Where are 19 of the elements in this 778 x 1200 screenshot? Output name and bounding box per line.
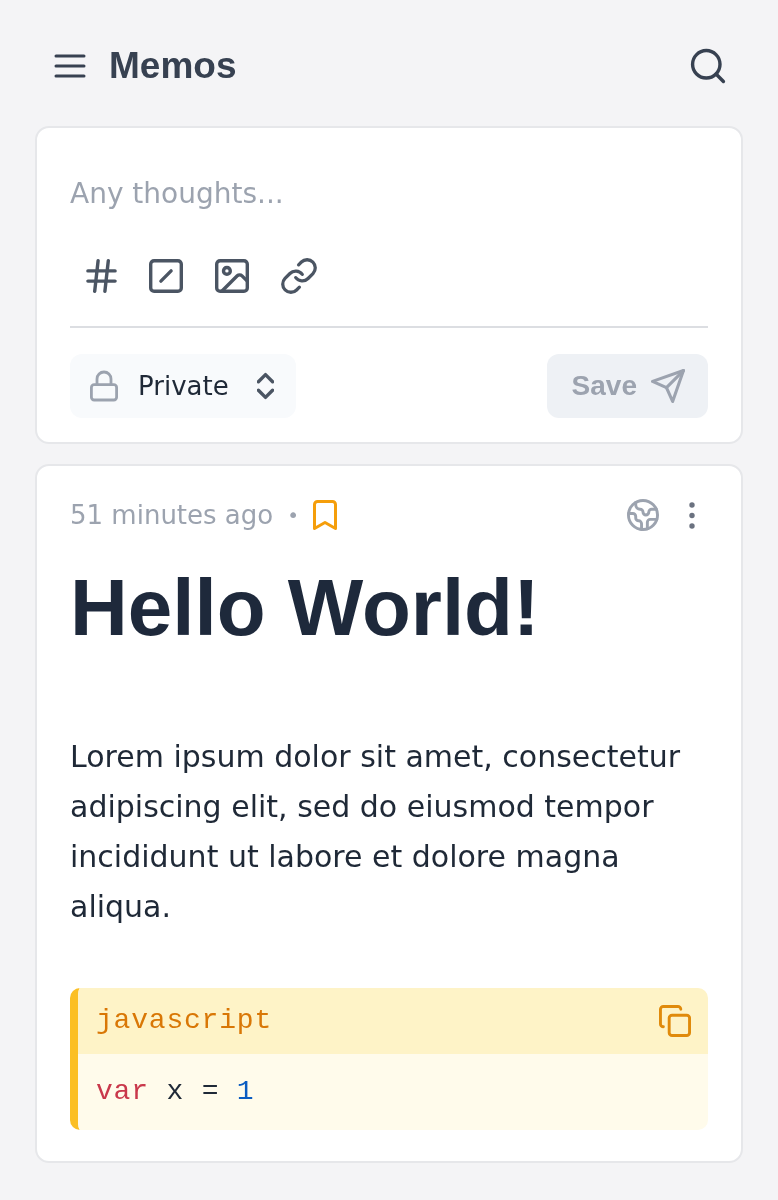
more-icon[interactable] — [688, 501, 696, 529]
memo-heading: Hello World! — [70, 562, 541, 654]
app-title: Memos — [109, 45, 237, 87]
menu-icon[interactable] — [54, 54, 86, 78]
send-icon — [651, 369, 685, 403]
code-language-label: javascript — [96, 1004, 273, 1038]
memo-timestamp: 51 minutes ago — [70, 498, 274, 532]
memo-paragraph: Lorem ipsum dolor sit amet, consectetur adipiscing elit, sed do eiusmod tempor incididunt ut labore et dolore magna aliqua. — [70, 738, 682, 926]
chevron-up-down-icon — [256, 372, 274, 400]
code-line: var x = 1 — [96, 1075, 256, 1109]
memo-input-field[interactable]: Any thoughts... — [70, 174, 708, 214]
slash-square-icon[interactable] — [149, 259, 183, 293]
search-icon[interactable] — [690, 48, 726, 84]
visibility-select[interactable]: Private — [70, 354, 296, 418]
hash-icon[interactable] — [86, 259, 117, 293]
lock-icon — [90, 370, 118, 402]
link-icon[interactable] — [281, 258, 317, 294]
separator-dot: • — [287, 502, 299, 529]
image-icon[interactable] — [215, 259, 249, 293]
